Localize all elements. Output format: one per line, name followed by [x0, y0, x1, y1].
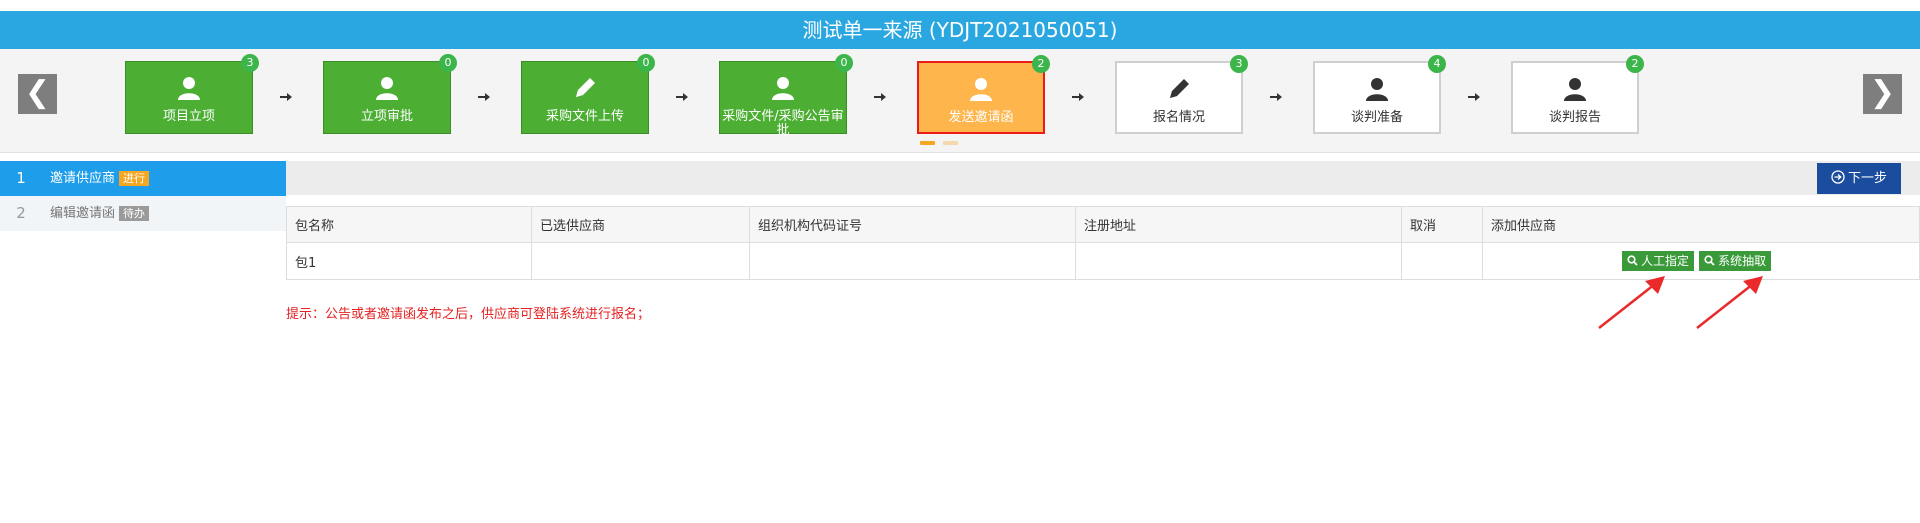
column-header: 组织机构代码证号 [749, 206, 1076, 243]
workflow-step-6[interactable]: 报名情况 3 [1115, 55, 1248, 134]
step-count-badge: 2 [1626, 55, 1644, 73]
manual-assign-button[interactable]: 人工指定 [1622, 251, 1695, 271]
user-icon [1561, 75, 1589, 103]
step-count-badge: 3 [241, 54, 259, 72]
circle-arrow-right-icon [1831, 170, 1845, 184]
step-label: 谈判报告 [1548, 110, 1601, 125]
step-label: 谈判准备 [1350, 110, 1403, 125]
workflow-step-3[interactable]: 采购文件上传 0 [521, 54, 655, 134]
pencil-icon [1165, 75, 1193, 103]
workflow-step-1[interactable]: 项目立项 3 [125, 54, 259, 134]
user-icon [769, 74, 797, 102]
column-header: 已选供应商 [531, 206, 750, 243]
org-code-cell [749, 242, 1076, 280]
search-icon [1704, 255, 1715, 266]
address-cell [1075, 242, 1402, 280]
user-icon [373, 74, 401, 102]
sub-step-invite-supplier[interactable]: 1 邀请供应商 进行 [0, 161, 286, 196]
workflow-step-5[interactable]: 发送邀请函 2 [917, 55, 1050, 134]
workflow-step-2[interactable]: 立项审批 0 [323, 54, 457, 134]
search-icon [1627, 255, 1638, 266]
step-label: 发送邀请函 [948, 110, 1014, 125]
sub-step-label: 编辑邀请函 [50, 206, 116, 221]
workflow-step-8[interactable]: 谈判报告 2 [1511, 55, 1644, 134]
column-header: 取消 [1401, 206, 1483, 243]
carousel-dot-active[interactable] [920, 141, 935, 145]
step-label: 立项审批 [360, 109, 413, 124]
user-icon [967, 75, 995, 103]
arrow-right-icon [674, 89, 690, 105]
system-draw-label: 系统抽取 [1718, 254, 1767, 268]
step-count-badge: 0 [835, 54, 853, 72]
workflow-step-7[interactable]: 谈判准备 4 [1313, 55, 1446, 134]
arrow-right-icon [476, 89, 492, 105]
pencil-icon [571, 74, 599, 102]
column-header: 添加供应商 [1482, 206, 1920, 243]
system-draw-button[interactable]: 系统抽取 [1699, 251, 1772, 271]
user-icon [1363, 75, 1391, 103]
step-label: 报名情况 [1152, 110, 1205, 125]
table-row: 包1 人工指定 系统抽取 [286, 242, 1920, 280]
user-icon [175, 74, 203, 102]
status-badge: 进行 [119, 171, 150, 186]
previous-step-button[interactable]: ❮ [18, 74, 57, 114]
annotation-arrow-icon [1598, 276, 1665, 329]
sub-step-number: 2 [0, 196, 42, 231]
sub-step-edit-invitation[interactable]: 2 编辑邀请函 待办 [0, 196, 286, 231]
page-title: 测试单一来源 (YDJT2021050051) [0, 11, 1920, 49]
workflow-step-4[interactable]: 采购文件/采购公告审批 0 [719, 54, 853, 138]
table-header-row: 包名称 已选供应商 组织机构代码证号 注册地址 取消 添加供应商 [286, 206, 1920, 243]
cancel-cell [1401, 242, 1483, 280]
carousel-dot[interactable] [943, 141, 958, 145]
arrow-right-icon [1070, 89, 1086, 105]
next-step-button[interactable]: 下一步 [1817, 163, 1901, 194]
arrow-right-icon [1268, 89, 1284, 105]
annotation-arrow-icon [1696, 276, 1763, 329]
package-table: 包名称 已选供应商 组织机构代码证号 注册地址 取消 添加供应商 包1 人工指定… [286, 206, 1920, 280]
arrow-right-icon [872, 89, 888, 105]
step-count-badge: 0 [637, 54, 655, 72]
hint-text: 提示：公告或者邀请函发布之后，供应商可登陆系统进行报名； [286, 307, 651, 322]
column-header: 包名称 [286, 206, 532, 243]
action-toolbar [286, 161, 1920, 195]
package-name-cell: 包1 [286, 242, 532, 280]
next-step-arrow-button[interactable]: ❯ [1863, 74, 1902, 114]
arrow-right-icon [1466, 89, 1482, 105]
status-badge: 待办 [119, 206, 150, 221]
step-count-badge: 4 [1428, 55, 1446, 73]
manual-assign-label: 人工指定 [1641, 254, 1690, 268]
step-label: 采购文件上传 [545, 109, 624, 124]
step-label: 项目立项 [162, 109, 215, 124]
step-count-badge: 0 [439, 54, 457, 72]
sub-step-label: 邀请供应商 [50, 171, 116, 186]
arrow-right-icon [278, 89, 294, 105]
column-header: 注册地址 [1075, 206, 1402, 243]
next-step-label: 下一步 [1847, 171, 1887, 186]
selected-supplier-cell [531, 242, 750, 280]
step-label: 采购文件/采购公告审批 [722, 109, 844, 138]
step-count-badge: 3 [1230, 55, 1248, 73]
step-count-badge: 2 [1032, 55, 1050, 73]
sub-step-nav: 1 邀请供应商 进行 2 编辑邀请函 待办 [0, 161, 286, 231]
sub-step-number: 1 [16, 169, 26, 187]
